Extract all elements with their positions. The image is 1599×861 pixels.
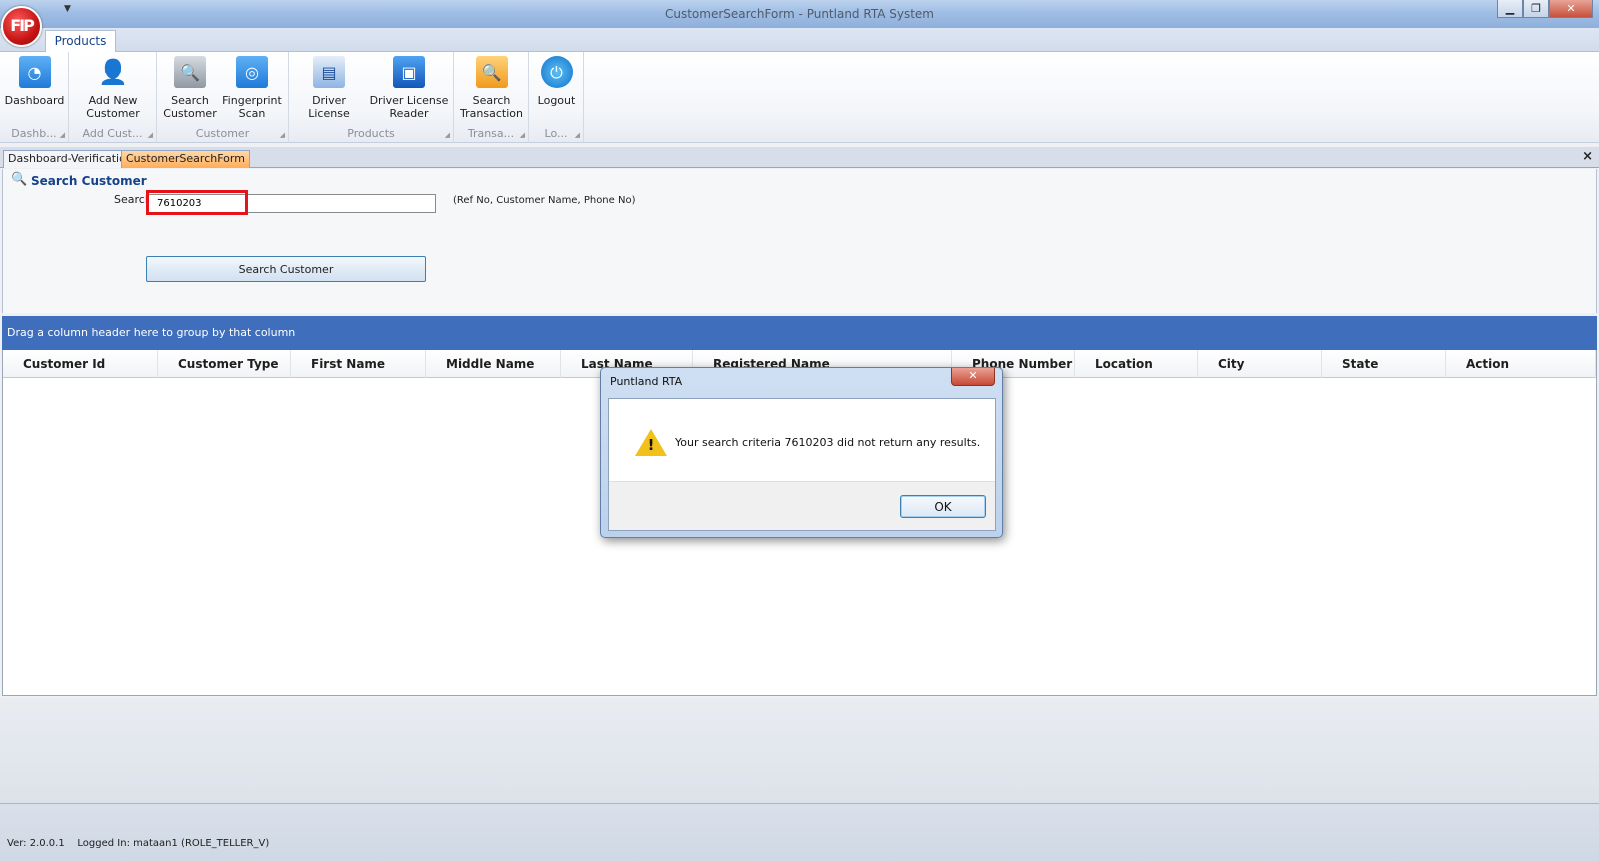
dialog-footer: OK [609,481,995,530]
column-header-middle-name[interactable]: Middle Name [426,350,561,378]
fingerprint-icon: ◎ [236,56,268,88]
search-input[interactable] [147,194,436,213]
logout-button[interactable]: ⏻ Logout [532,54,581,107]
ribbon-group-label: Dashb... [11,127,57,140]
logout-icon: ⏻ [540,56,573,88]
dashboard-button-label: Dashboard [4,94,65,107]
dialog-message: Your search criteria 7610203 did not ret… [675,436,981,449]
document-tab-strip: Dashboard-Verification CustomerSearchFor… [0,147,1599,168]
ribbon-group-label: Products [347,127,395,140]
group-by-panel[interactable]: Drag a column header here to group by th… [2,316,1597,350]
driver-license-button[interactable]: ▤ Driver License [293,54,365,120]
add-new-customer-button[interactable]: 👤 Add New Customer [79,54,147,121]
fingerprint-scan-button[interactable]: ◎ Fingerprint Scan [221,54,283,120]
column-header-action[interactable]: Action [1446,350,1596,378]
title-bar: ▼ CustomerSearchForm - Puntland RTA Syst… [0,0,1599,28]
ribbon-group-transaction: 🔍 Search Transaction Transa... ◢ [454,52,529,143]
app-logo-button[interactable]: FIP [1,6,42,47]
search-form-panel: 🔍 Search Customer Search (Ref No, Custom… [2,169,1597,313]
search-transaction-icon: 🔍 [475,56,508,88]
restore-button[interactable]: ❐ [1523,0,1549,18]
status-text: Ver: 2.0.0.1 Logged In: mataan1 (ROLE_TE… [7,838,270,849]
search-customer-ribbon-label: Search Customer [163,94,217,120]
minimize-button[interactable]: ▁ [1497,0,1523,18]
ribbon-group-dashboard: ◔ Dashboard Dashb... ◢ [0,52,69,143]
ribbon-group-products: ▤ Driver License ▣ Driver License Reader… [289,52,454,143]
ribbon: ◔ Dashboard Dashb... ◢ 👤 Add New Custome… [0,52,1599,143]
search-customer-icon: 🔍 [174,56,206,88]
ribbon-group-label: Customer [195,127,250,140]
dashboard-icon: ◔ [18,56,51,88]
dashboard-button[interactable]: ◔ Dashboard [2,54,67,107]
group-launcher-icon[interactable]: ◢ [520,131,525,139]
search-transaction-button[interactable]: 🔍 Search Transaction [456,54,527,120]
doc-tab-dashboard-verification[interactable]: Dashboard-Verification [3,150,138,168]
fingerprint-scan-label: Fingerprint Scan [222,94,282,120]
logout-label: Logout [537,94,576,107]
search-transaction-label: Search Transaction [460,94,523,120]
ribbon-group-add-customer: 👤 Add New Customer Add Cust... ◢ [69,52,157,143]
column-header-customer-type[interactable]: Customer Type [158,350,291,378]
doc-tab-customer-search-form[interactable]: CustomerSearchForm [121,150,250,168]
column-header-customer-id[interactable]: Customer Id [3,350,158,378]
column-header-state[interactable]: State [1322,350,1446,378]
add-user-icon: 👤 [98,57,128,86]
ok-button[interactable]: OK [900,495,986,518]
group-launcher-icon[interactable]: ◢ [280,131,285,139]
group-launcher-icon[interactable]: ◢ [148,131,153,139]
add-new-customer-label: Add New Customer [86,94,140,120]
search-hint: (Ref No, Customer Name, Phone No) [453,195,636,206]
window-controls: ▁ ❐ ✕ [1497,0,1593,18]
ribbon-group-customer: 🔍 Search Customer ◎ Fingerprint Scan Cus… [157,52,289,143]
driver-license-reader-label: Driver License Reader [369,94,449,120]
search-customer-heading: 🔍 Search Customer [11,172,147,188]
license-card-icon: ▤ [313,56,345,88]
group-launcher-icon[interactable]: ◢ [575,131,580,139]
column-header-first-name[interactable]: First Name [291,350,426,378]
message-dialog: Puntland RTA ✕ ! Your search criteria 76… [600,367,1003,538]
dialog-title: Puntland RTA [610,375,683,388]
dialog-body: ! Your search criteria 7610203 did not r… [608,398,996,531]
search-customer-ribbon-button[interactable]: 🔍 Search Customer [161,54,219,120]
ribbon-group-label: Add Cust... [82,127,143,140]
bottom-panel [0,698,1599,803]
card-reader-icon: ▣ [393,56,425,88]
magnifier-icon: 🔍 [11,172,28,187]
close-window-button[interactable]: ✕ [1549,0,1593,18]
group-launcher-icon[interactable]: ◢ [60,131,65,139]
column-header-location[interactable]: Location [1075,350,1198,378]
driver-license-reader-button[interactable]: ▣ Driver License Reader [369,54,449,120]
warning-exclamation: ! [647,436,655,454]
column-header-city[interactable]: City [1198,350,1322,378]
search-customer-button[interactable]: Search Customer [146,256,426,282]
dialog-close-button[interactable]: ✕ [951,368,995,386]
form-title-text: Search Customer [31,174,147,188]
close-document-icon[interactable]: × [1582,149,1593,164]
ribbon-group-logout: ⏻ Logout Lo... ◢ [529,52,584,143]
group-launcher-icon[interactable]: ◢ [445,131,450,139]
ribbon-tab-row: Products [0,28,1599,53]
driver-license-label: Driver License [308,94,350,120]
window-title: CustomerSearchForm - Puntland RTA System [664,7,934,21]
ribbon-tab-products[interactable]: Products [45,30,116,53]
status-bar: Ver: 2.0.0.1 Logged In: mataan1 (ROLE_TE… [0,803,1599,861]
ribbon-group-label: Transa... [467,127,515,140]
